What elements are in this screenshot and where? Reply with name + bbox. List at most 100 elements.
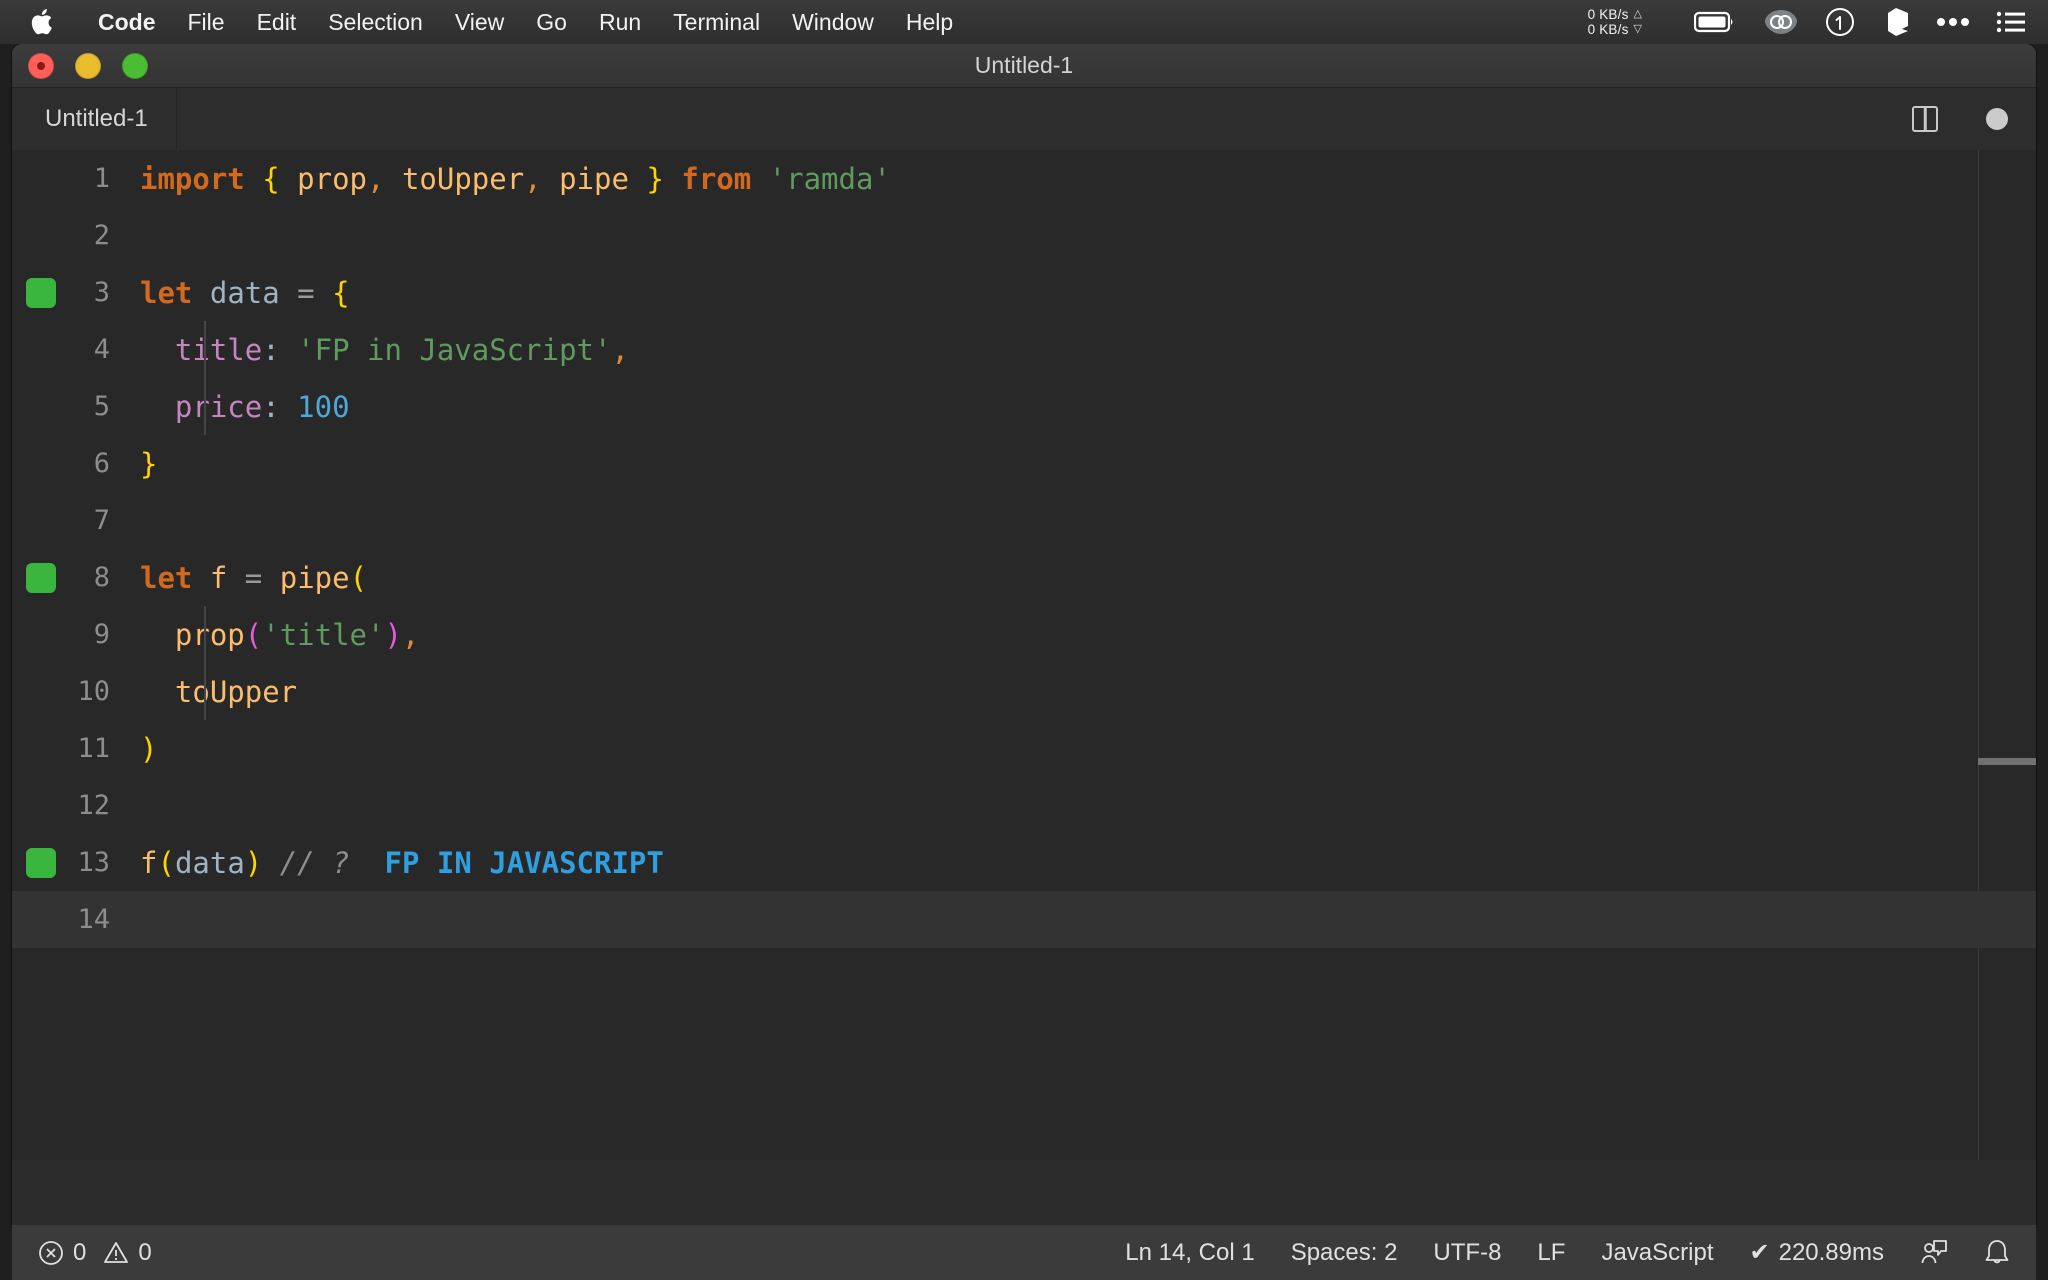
eye-cloud-icon[interactable] — [1764, 8, 1798, 36]
control-center-list-icon[interactable] — [1996, 10, 2026, 34]
menu-item-run[interactable]: Run — [583, 0, 657, 44]
cube-icon[interactable] — [1882, 7, 1910, 37]
feedback-icon[interactable] — [1920, 1239, 1948, 1267]
menu-item-file[interactable]: File — [172, 0, 241, 44]
code-line[interactable]: 11) — [12, 720, 2036, 777]
token-op: = — [297, 275, 315, 310]
code-editor[interactable]: 1 import { prop, toUpper, pipe } from 'ra… — [12, 150, 2036, 1160]
warning-triangle-icon — [104, 1241, 129, 1263]
token-kw: let — [140, 560, 193, 595]
code-line[interactable]: 3 let data = { — [12, 264, 2036, 321]
token-var: data — [174, 845, 245, 880]
menu-item-window[interactable]: Window — [776, 0, 890, 44]
token-ident: prop — [297, 161, 368, 196]
token-kw: import — [140, 161, 245, 196]
line-content: } — [140, 447, 157, 481]
quokka-check-icon: ✔ — [1749, 1239, 1770, 1266]
line-content: import { prop, toUpper, pipe } from 'ram… — [140, 162, 891, 196]
split-editor-icon[interactable] — [1912, 106, 1938, 132]
line-content: let data = { — [140, 276, 350, 310]
tab-untitled-1[interactable]: Untitled-1 — [12, 88, 177, 150]
network-speed-indicator[interactable]: 0 KB/s 0 KB/s △ ▽ — [1588, 7, 1642, 37]
line-content: price: 100 — [140, 390, 350, 424]
line-content: prop('title'), — [140, 618, 419, 652]
code-line[interactable]: 13 f(data) // ? FP IN JAVASCRIPT — [12, 834, 2036, 891]
token-br1: ) — [244, 845, 263, 880]
token-str: 'title' — [262, 617, 385, 652]
tab-label: Untitled-1 — [45, 105, 148, 132]
error-circle-icon — [39, 1240, 63, 1265]
line-content: f(data) // ? FP IN JAVASCRIPT — [140, 846, 664, 880]
line-content: title: 'FP in JavaScript', — [140, 333, 629, 367]
unsaved-dot-icon[interactable] — [1986, 108, 2008, 130]
token-br1: } — [140, 446, 158, 481]
status-eol[interactable]: LF — [1537, 1239, 1565, 1267]
editor-tab-bar: Untitled-1 — [12, 88, 2036, 150]
gutter-change-marker-icon — [26, 278, 56, 308]
code-line[interactable]: 7 — [12, 492, 2036, 549]
menu-item-view[interactable]: View — [439, 0, 520, 44]
indent-guide — [204, 663, 206, 720]
ellipsis-icon[interactable] — [1936, 17, 1970, 27]
menu-item-selection[interactable]: Selection — [312, 0, 439, 44]
token-punc: , — [367, 161, 385, 196]
code-line[interactable]: 1 import { prop, toUpper, pipe } from 'ra… — [12, 150, 2036, 207]
menu-item-help[interactable]: Help — [890, 0, 969, 44]
code-line[interactable]: 14 — [12, 891, 2036, 948]
status-encoding[interactable]: UTF-8 — [1433, 1239, 1501, 1267]
status-language-mode[interactable]: JavaScript — [1601, 1239, 1713, 1267]
battery-icon[interactable] — [1694, 10, 1738, 34]
line-number: 9 — [93, 619, 110, 650]
status-indentation[interactable]: Spaces: 2 — [1291, 1239, 1398, 1267]
status-problems[interactable]: 0 0 — [38, 1239, 152, 1267]
token-prop: title — [174, 332, 263, 367]
gutter-change-marker-icon — [26, 848, 56, 878]
code-line[interactable]: 4 title: 'FP in JavaScript', — [12, 321, 2036, 378]
macos-menu-bar: Code File Edit Selection View Go Run Ter… — [0, 0, 2048, 44]
status-quokka[interactable]: ✔ 220.89ms — [1749, 1238, 1884, 1267]
token-br1: ) — [140, 731, 158, 766]
menu-item-terminal[interactable]: Terminal — [657, 0, 776, 44]
editor-actions — [1912, 88, 2008, 150]
code-line[interactable]: 10 toUpper — [12, 663, 2036, 720]
token-num: 100 — [297, 389, 350, 424]
token-br1: { — [332, 275, 350, 310]
line-content: ) — [140, 732, 157, 766]
quokka-run-time: 220.89ms — [1778, 1238, 1884, 1266]
line-content: let f = pipe( — [140, 561, 367, 595]
code-line[interactable]: 6} — [12, 435, 2036, 492]
code-line[interactable]: 5 price: 100 — [12, 378, 2036, 435]
bell-icon[interactable] — [1984, 1239, 2010, 1267]
code-line[interactable]: 2 — [12, 207, 2036, 264]
code-line[interactable]: 12 — [12, 777, 2036, 834]
line-number: 12 — [77, 790, 110, 821]
menu-item-edit[interactable]: Edit — [241, 0, 313, 44]
token-comment: // ? — [279, 845, 350, 880]
menu-item-code[interactable]: Code — [82, 0, 172, 44]
line-number: 11 — [77, 733, 110, 764]
apple-logo-icon[interactable] — [30, 7, 56, 37]
status-cursor-position[interactable]: Ln 14, Col 1 — [1125, 1239, 1254, 1267]
menu-bar-status-area: 0 KB/s 0 KB/s △ ▽ — [1588, 0, 2048, 44]
line-number: 2 — [93, 220, 110, 251]
warning-count: 0 — [138, 1238, 152, 1266]
menu-item-go[interactable]: Go — [520, 0, 583, 44]
code-line[interactable]: 9 prop('title'), — [12, 606, 2036, 663]
code-line[interactable]: 8 let f = pipe( — [12, 549, 2036, 606]
clock-icon[interactable] — [1824, 6, 1856, 38]
status-bar: 0 0 Ln 14, Col 1 Spaces: 2 UTF-8 LF Java… — [12, 1224, 2036, 1280]
token-colon: : — [262, 332, 280, 367]
token-op: = — [244, 560, 263, 595]
